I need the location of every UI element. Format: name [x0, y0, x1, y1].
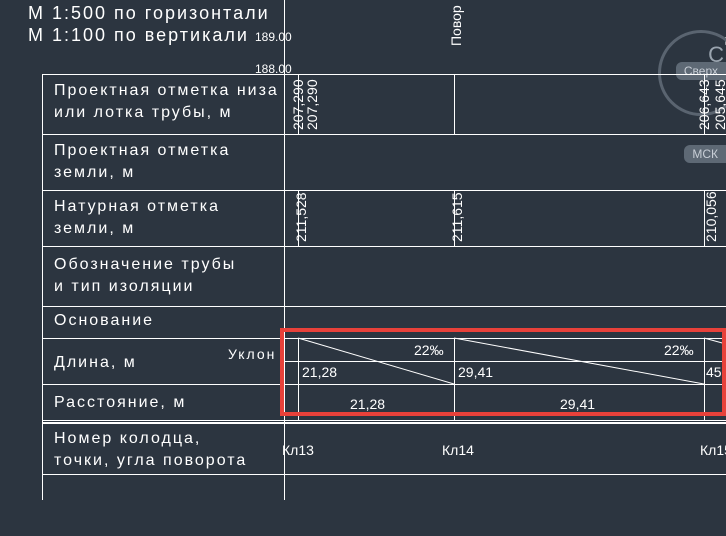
kl15-actual-ground: 210,056 — [703, 191, 719, 242]
kl14-label: Кл14 — [442, 442, 474, 458]
row-design-ground-l1: Проектная отметка — [54, 142, 230, 160]
top-view-badge[interactable]: Сверх — [676, 62, 726, 80]
r3-bot — [42, 246, 726, 247]
row-slope-word: Уклон — [228, 346, 276, 362]
r1-bot — [42, 134, 726, 135]
msk-badge[interactable]: МСК — [684, 145, 726, 163]
row-length: Длина, м — [54, 354, 137, 372]
kl15-pipebottom-a: 206,643 — [696, 79, 712, 130]
row-actual-ground-l1: Натурная отметка — [54, 198, 220, 216]
row-manhole-l1: Номер колодца, — [54, 430, 201, 448]
kl13-actual-ground: 211,528 — [293, 192, 309, 242]
r2-bot — [42, 190, 726, 191]
kl14-v-a — [454, 74, 455, 134]
col-label-divider — [284, 0, 285, 500]
turn-label-left: Повор — [448, 5, 464, 46]
elev-189: 189.00 — [255, 30, 292, 44]
row-distance: Расстояние, м — [54, 394, 186, 412]
highlight-slope-row — [280, 328, 726, 416]
r4-bot — [42, 306, 726, 307]
row-top — [42, 74, 726, 75]
row-actual-ground-l2: земли, м — [54, 220, 135, 238]
r7-bot — [42, 420, 726, 421]
row-base: Основание — [54, 312, 154, 330]
kl14-actual-ground: 211,615 — [449, 192, 465, 242]
row-pipe-bottom-l1: Проектная отметка низа — [54, 82, 279, 100]
r8-bot — [42, 474, 726, 475]
row-pipe-type-l1: Обозначение трубы — [54, 256, 236, 274]
kl13-pipebottom-b: 207,290 — [304, 79, 320, 130]
kl13-label: Кл13 — [282, 442, 314, 458]
kl15-label: Кл15 — [700, 442, 726, 458]
r7-bot2 — [42, 422, 726, 424]
row-pipe-bottom-l2: или лотка трубы, м — [54, 104, 233, 122]
profile-table-canvas: М 1:500 по горизонтали М 1:100 по вертик… — [0, 0, 726, 536]
col-left — [42, 74, 43, 500]
row-design-ground-l2: земли, м — [54, 164, 135, 182]
row-manhole-l2: точки, угла поворота — [54, 452, 247, 470]
scale-horizontal: М 1:500 по горизонтали — [28, 3, 270, 24]
scale-vertical: М 1:100 по вертикали — [28, 25, 249, 46]
kl15-pipebottom-b: 205,645 — [712, 79, 726, 130]
row-pipe-type-l2: и тип изоляции — [54, 278, 194, 296]
